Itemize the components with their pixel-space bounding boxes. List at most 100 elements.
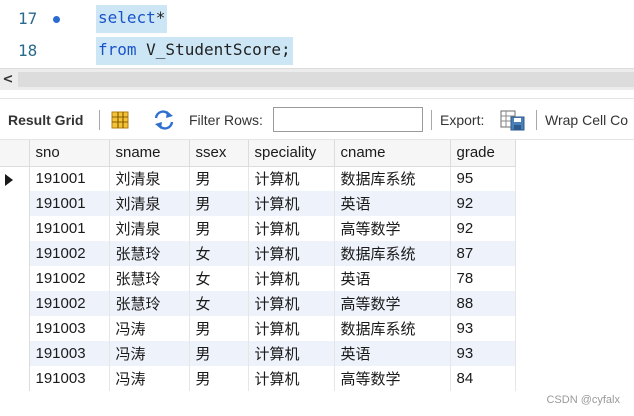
column-header-grade[interactable]: grade [450, 140, 516, 167]
export-icon[interactable] [500, 109, 526, 131]
cell-speciality[interactable]: 计算机 [248, 316, 335, 341]
cell-sname[interactable]: 张慧玲 [109, 266, 190, 291]
cell-ssex[interactable]: 男 [189, 216, 249, 241]
column-header-speciality[interactable]: speciality [248, 140, 335, 167]
cell-speciality[interactable]: 计算机 [248, 166, 335, 191]
cell-grade[interactable]: 95 [450, 166, 516, 191]
row-indicator[interactable] [0, 316, 30, 341]
cell-ssex[interactable]: 女 [189, 291, 249, 316]
sql-editor[interactable]: 17 select* 18 from V_StudentScore; [0, 0, 634, 68]
cell-cname[interactable]: 高等数学 [334, 216, 451, 241]
row-indicator[interactable] [0, 341, 30, 366]
cell-cname[interactable]: 高等数学 [334, 366, 451, 391]
toolbar-divider [536, 110, 537, 130]
cell-speciality[interactable]: 计算机 [248, 341, 335, 366]
line-number: 18 [18, 41, 38, 60]
table-row[interactable]: 191001 刘清泉 男 计算机 数据库系统 95 [0, 166, 516, 191]
cell-sno[interactable]: 191001 [29, 191, 110, 216]
grid-layout-icon[interactable] [110, 110, 130, 130]
column-header-sname[interactable]: sname [109, 140, 190, 167]
cell-sname[interactable]: 冯涛 [109, 341, 190, 366]
row-indicator[interactable] [0, 191, 30, 216]
cell-sno[interactable]: 191002 [29, 241, 110, 266]
cell-ssex[interactable]: 女 [189, 241, 249, 266]
refresh-icon[interactable] [152, 110, 176, 130]
cell-sname[interactable]: 张慧玲 [109, 291, 190, 316]
table-row[interactable]: 191002 张慧玲 女 计算机 英语 78 [0, 266, 516, 291]
cell-grade[interactable]: 87 [450, 241, 516, 266]
toolbar-divider [99, 110, 100, 130]
table-row[interactable]: 191003 冯涛 男 计算机 高等数学 84 [0, 366, 516, 391]
cell-ssex[interactable]: 男 [189, 166, 249, 191]
cell-grade[interactable]: 92 [450, 191, 516, 216]
column-header-cname[interactable]: cname [334, 140, 451, 167]
row-indicator[interactable] [0, 216, 30, 241]
cell-sno[interactable]: 191003 [29, 366, 110, 391]
column-header-sno[interactable]: sno [29, 140, 110, 167]
cell-ssex[interactable]: 男 [189, 341, 249, 366]
table-row[interactable]: 191001 刘清泉 男 计算机 英语 92 [0, 191, 516, 216]
cell-speciality[interactable]: 计算机 [248, 216, 335, 241]
row-indicator[interactable] [0, 241, 30, 266]
result-grid-tab[interactable]: Result Grid [8, 99, 83, 141]
scroll-left-arrow-icon[interactable]: < [0, 71, 16, 89]
cell-ssex[interactable]: 男 [189, 366, 249, 391]
cell-cname[interactable]: 英语 [334, 341, 451, 366]
cell-sno[interactable]: 191001 [29, 216, 110, 241]
cell-speciality[interactable]: 计算机 [248, 266, 335, 291]
editor-horizontal-scrollbar[interactable]: < [0, 68, 634, 90]
filter-rows-label: Filter Rows: [189, 112, 263, 128]
cell-sno[interactable]: 191002 [29, 266, 110, 291]
cell-cname[interactable]: 数据库系统 [334, 316, 451, 341]
toolbar-divider [431, 110, 432, 130]
cell-sname[interactable]: 刘清泉 [109, 191, 190, 216]
cell-grade[interactable]: 88 [450, 291, 516, 316]
row-indicator[interactable] [0, 166, 30, 191]
cell-sname[interactable]: 冯涛 [109, 366, 190, 391]
export-label: Export: [440, 112, 485, 128]
cell-speciality[interactable]: 计算机 [248, 291, 335, 316]
cell-speciality[interactable]: 计算机 [248, 241, 335, 266]
cell-cname[interactable]: 数据库系统 [334, 166, 451, 191]
cell-speciality[interactable]: 计算机 [248, 191, 335, 216]
cell-sno[interactable]: 191003 [29, 341, 110, 366]
cell-sno[interactable]: 191003 [29, 316, 110, 341]
cell-grade[interactable]: 78 [450, 266, 516, 291]
column-header-ssex[interactable]: ssex [189, 140, 249, 167]
cell-cname[interactable]: 高等数学 [334, 291, 451, 316]
cell-cname[interactable]: 英语 [334, 191, 451, 216]
cell-sname[interactable]: 张慧玲 [109, 241, 190, 266]
wrap-cell-content-label[interactable]: Wrap Cell Co [545, 99, 628, 141]
cell-cname[interactable]: 英语 [334, 266, 451, 291]
sql-keyword: from [98, 40, 137, 59]
cell-sno[interactable]: 191001 [29, 166, 110, 191]
cell-grade[interactable]: 93 [450, 341, 516, 366]
cell-ssex[interactable]: 男 [189, 316, 249, 341]
cell-ssex[interactable]: 女 [189, 266, 249, 291]
row-indicator[interactable] [0, 291, 30, 316]
table-row[interactable]: 191003 冯涛 男 计算机 数据库系统 93 [0, 316, 516, 341]
table-row[interactable]: 191002 张慧玲 女 计算机 数据库系统 87 [0, 241, 516, 266]
cell-ssex[interactable]: 男 [189, 191, 249, 216]
cell-grade[interactable]: 84 [450, 366, 516, 391]
cell-sname[interactable]: 冯涛 [109, 316, 190, 341]
row-indicator[interactable] [0, 266, 30, 291]
table-row[interactable]: 191003 冯涛 男 计算机 英语 93 [0, 341, 516, 366]
cell-sname[interactable]: 刘清泉 [109, 166, 190, 191]
table-row[interactable]: 191001 刘清泉 男 计算机 高等数学 92 [0, 216, 516, 241]
cell-grade[interactable]: 92 [450, 216, 516, 241]
table-row[interactable]: 191002 张慧玲 女 计算机 高等数学 88 [0, 291, 516, 316]
cell-cname[interactable]: 数据库系统 [334, 241, 451, 266]
cell-speciality[interactable]: 计算机 [248, 366, 335, 391]
scrollbar-thumb[interactable] [18, 72, 634, 87]
code-text[interactable]: from V_StudentScore; [96, 37, 293, 65]
current-statement-dot-icon [53, 16, 60, 23]
cell-sno[interactable]: 191002 [29, 291, 110, 316]
filter-rows-input[interactable] [273, 107, 423, 132]
result-grid[interactable]: sno sname ssex speciality cname grade 19… [0, 140, 634, 396]
cell-sname[interactable]: 刘清泉 [109, 216, 190, 241]
row-indicator[interactable] [0, 366, 30, 391]
cell-grade[interactable]: 93 [450, 316, 516, 341]
code-text[interactable]: select* [96, 5, 168, 33]
code-line-18: 18 from V_StudentScore; [0, 36, 634, 66]
